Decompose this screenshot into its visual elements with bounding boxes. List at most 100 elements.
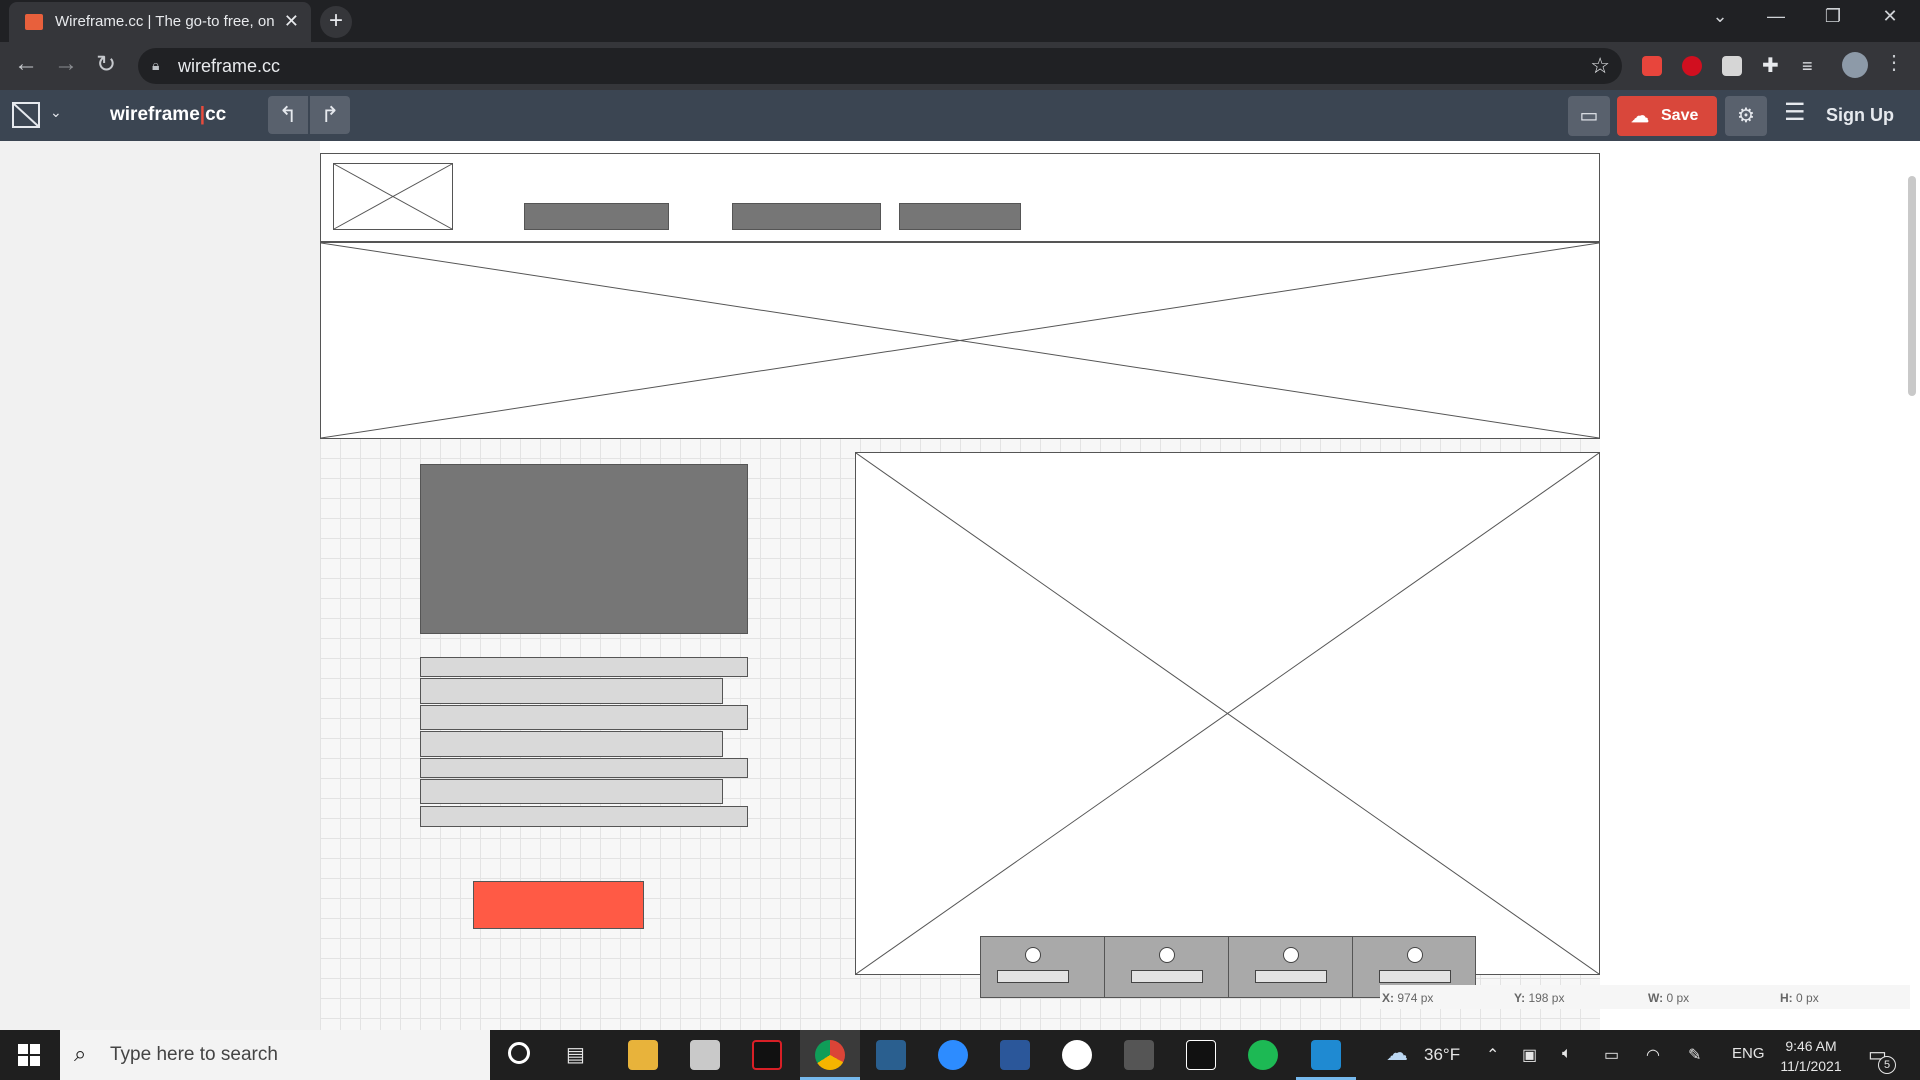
save-button[interactable]: ☁ Save — [1617, 96, 1717, 136]
redo-button[interactable]: ↱ — [310, 96, 350, 134]
wf-text-line[interactable] — [420, 705, 748, 730]
avatar[interactable] — [1842, 52, 1868, 78]
chrome-taskbar-button[interactable] — [800, 1030, 860, 1080]
wf-text-line[interactable] — [420, 779, 723, 804]
clock-time: 9:46 AM — [1785, 1038, 1837, 1054]
wf-nav-item-1[interactable] — [524, 203, 669, 230]
wf-text-line[interactable] — [420, 678, 723, 704]
slack-icon[interactable] — [1062, 1040, 1092, 1070]
taskbar-search[interactable]: ⌕ Type here to search — [60, 1030, 490, 1080]
wf-hero-image[interactable] — [320, 242, 1600, 439]
y-value: 198 px — [1528, 991, 1565, 1005]
wf-nav-item-2[interactable] — [732, 203, 881, 230]
display-icon[interactable]: ▣ — [1522, 1045, 1537, 1065]
wf-main-image[interactable] — [855, 452, 1600, 975]
wf-nav-item-3[interactable] — [899, 203, 1021, 230]
w-value: 0 px — [1666, 991, 1690, 1005]
logo-text: wireframe — [110, 104, 200, 125]
browser-tab-strip: Wireframe.cc | The go-to free, on ✕ + ⌄ … — [0, 0, 1920, 42]
w-label: W: — [1648, 991, 1664, 1005]
wf-thumb-caption[interactable] — [1379, 970, 1451, 983]
url-text: wireframe.cc — [178, 56, 281, 76]
x-value: 974 px — [1397, 991, 1434, 1005]
comment-icon: ▭ — [1579, 105, 1599, 127]
address-bar[interactable]: 🔒︎ wireframe.cc ☆ — [138, 48, 1622, 84]
hamburger-icon[interactable]: ☰ — [1784, 98, 1806, 127]
spotify-icon[interactable] — [1248, 1040, 1278, 1070]
extension-icon[interactable] — [1722, 56, 1742, 76]
wf-cta-button[interactable] — [473, 881, 644, 929]
battery-icon[interactable]: ▭ — [1604, 1045, 1619, 1065]
undo-icon: ↰ — [278, 102, 298, 127]
sign-up-link[interactable]: Sign Up — [1826, 105, 1894, 126]
redo-icon: ↱ — [320, 102, 340, 127]
pen-icon[interactable]: ✎ — [1688, 1045, 1701, 1065]
wifi-icon[interactable]: ◠ — [1646, 1045, 1660, 1065]
new-tab-button[interactable]: + — [320, 6, 352, 38]
adblock-extension-icon[interactable] — [1682, 56, 1702, 76]
snipping-tool-icon[interactable] — [1124, 1040, 1154, 1070]
wf-text-line[interactable] — [420, 657, 748, 677]
h-value: 0 px — [1796, 991, 1819, 1005]
settings-button[interactable]: ⚙ — [1725, 96, 1767, 136]
app-toolbar: ⌄ wireframe|cc ↰ ↱ ▭ ☁ Save ⚙ ☰ Sign Up — [0, 90, 1920, 141]
wf-text-line[interactable] — [420, 806, 748, 827]
pocket-extension-icon[interactable] — [1642, 56, 1662, 76]
search-placeholder: Type here to search — [110, 1044, 278, 1065]
wf-thumb-caption[interactable] — [1131, 970, 1203, 983]
word-icon[interactable] — [1000, 1040, 1030, 1070]
wf-thumb-caption[interactable] — [997, 970, 1069, 983]
app-icon[interactable] — [876, 1040, 906, 1070]
store-icon[interactable] — [690, 1040, 720, 1070]
volume-icon[interactable]: 🔈︎ — [1562, 1045, 1572, 1063]
extensions-icon[interactable]: ✚ — [1762, 56, 1782, 76]
wf-logo-placeholder[interactable] — [333, 163, 453, 230]
media-control-icon[interactable]: ≡ — [1802, 56, 1822, 76]
chevron-up-icon[interactable]: ⌃ — [1486, 1045, 1499, 1065]
weather-temp[interactable]: 36°F — [1424, 1045, 1460, 1065]
wf-text-line[interactable] — [420, 731, 723, 757]
file-explorer-icon[interactable] — [628, 1040, 658, 1070]
canvas-scrollbar[interactable] — [1908, 176, 1916, 396]
comment-button[interactable]: ▭ — [1568, 96, 1610, 136]
forward-icon[interactable]: → — [50, 50, 82, 78]
minimize-icon[interactable]: — — [1756, 6, 1796, 27]
zoom-icon[interactable] — [938, 1040, 968, 1070]
chevron-down-icon[interactable]: ⌄ — [50, 104, 62, 121]
windows-taskbar: ⌕ Type here to search ▤ ☁ 36°F ⌃ ▣ 🔈︎ ▭ … — [0, 1030, 1920, 1080]
h-label: H: — [1780, 991, 1793, 1005]
wf-thumb-dot[interactable] — [1283, 947, 1299, 963]
reload-icon[interactable]: ↻ — [90, 50, 122, 79]
windows-start-icon[interactable] — [18, 1044, 40, 1066]
shape-picker-icon[interactable] — [12, 102, 40, 128]
wf-thumb-dot[interactable] — [1159, 947, 1175, 963]
clock[interactable]: 9:46 AM 11/1/2021 — [1776, 1036, 1846, 1076]
undo-button[interactable]: ↰ — [268, 96, 308, 134]
weather-cloud-icon[interactable]: ☁ — [1386, 1040, 1408, 1066]
vscode-taskbar-button[interactable] — [1296, 1030, 1356, 1080]
wf-content-block[interactable] — [420, 464, 748, 634]
close-window-icon[interactable]: ✕ — [1870, 6, 1910, 27]
language-indicator[interactable]: ENG — [1732, 1045, 1765, 1062]
app-logo: wireframe|cc — [110, 104, 226, 126]
netflix-icon[interactable] — [752, 1040, 782, 1070]
browser-tab[interactable]: Wireframe.cc | The go-to free, on ✕ — [9, 2, 311, 42]
tab-search-icon[interactable]: ⌄ — [1700, 6, 1740, 27]
restore-icon[interactable]: ❐ — [1813, 6, 1853, 27]
upload-cloud-icon: ☁ — [1631, 106, 1649, 126]
wf-divider — [1104, 937, 1105, 997]
task-view-icon[interactable]: ▤ — [566, 1042, 585, 1067]
cortana-icon[interactable] — [508, 1042, 530, 1064]
wf-thumb-caption[interactable] — [1255, 970, 1327, 983]
tab-close-icon[interactable]: ✕ — [284, 11, 299, 32]
wf-thumb-dot[interactable] — [1407, 947, 1423, 963]
save-label: Save — [1661, 107, 1699, 124]
wf-text-line[interactable] — [420, 758, 748, 778]
epic-games-icon[interactable] — [1186, 1040, 1216, 1070]
chrome-menu-icon[interactable]: ⋮ — [1878, 50, 1910, 75]
back-icon[interactable]: ← — [10, 50, 42, 78]
browser-toolbar: ← → ↻ 🔒︎ wireframe.cc ☆ ✚ ≡ ⋮ — [0, 42, 1920, 90]
coordinates-readout: X: 974 px Y: 198 px W: 0 px H: 0 px — [1380, 985, 1910, 1009]
wf-thumb-dot[interactable] — [1025, 947, 1041, 963]
star-icon[interactable]: ☆ — [1590, 53, 1610, 79]
